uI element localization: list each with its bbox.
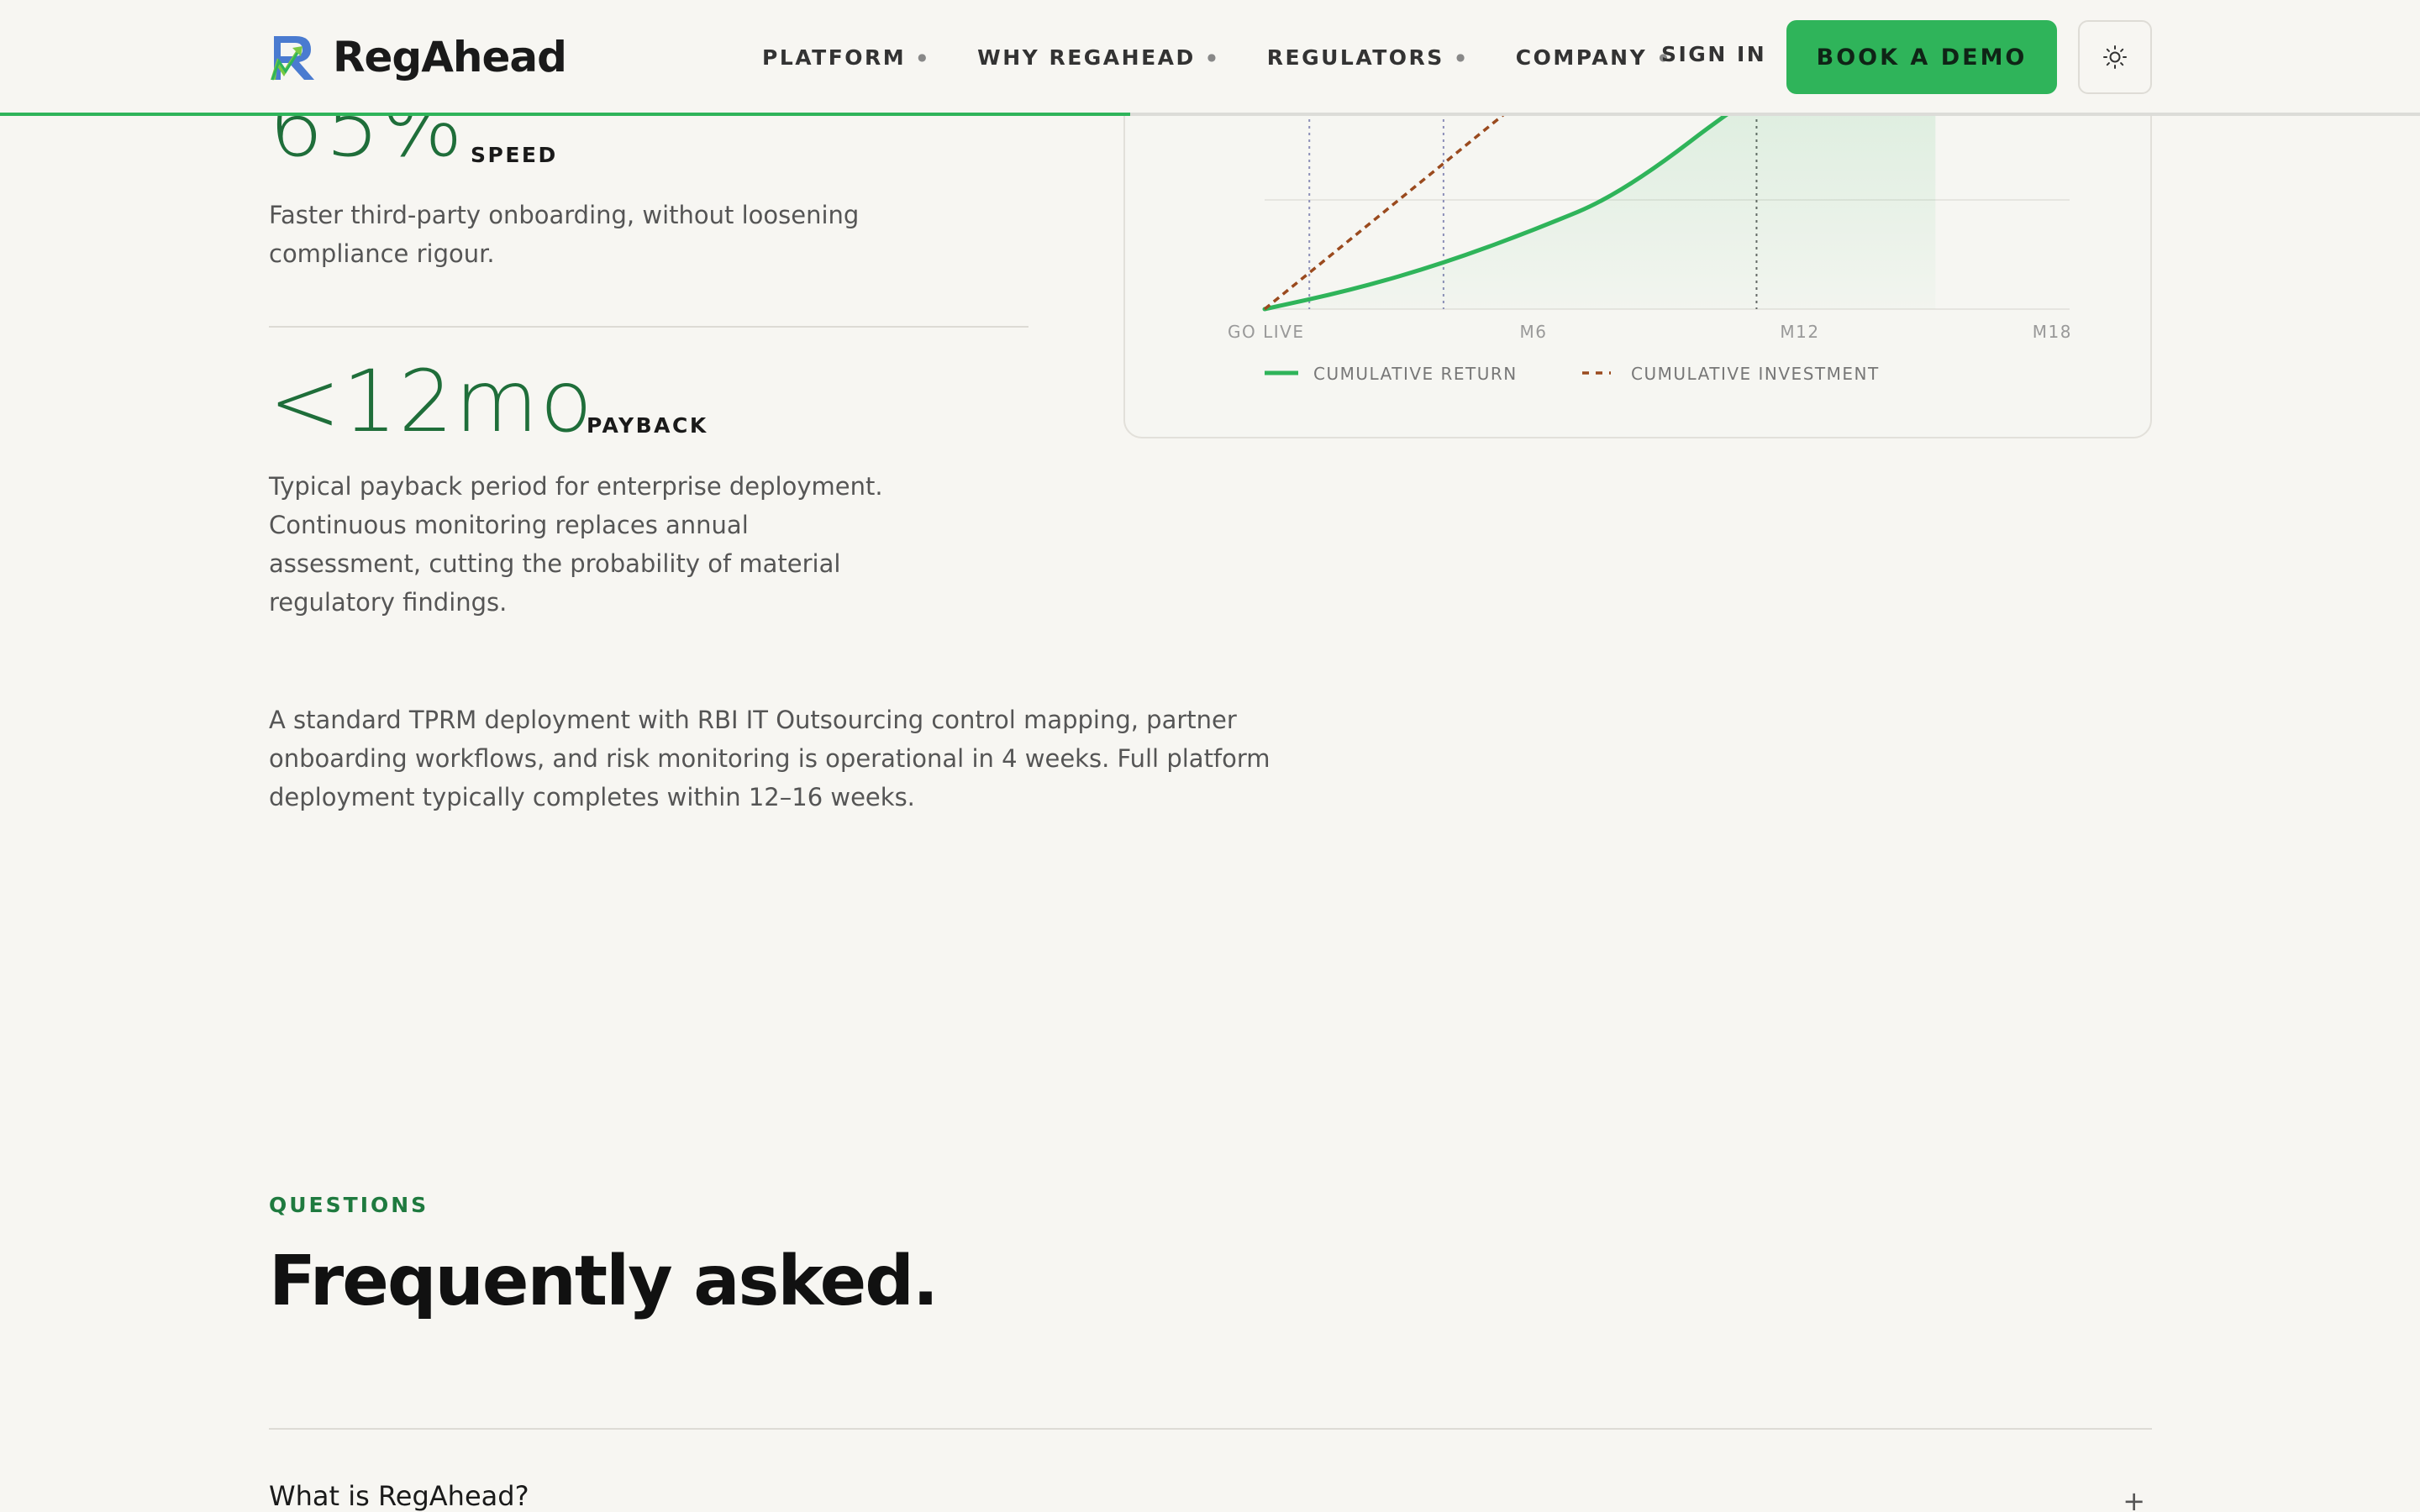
stat-tag-payback: PAYBACK — [587, 413, 708, 438]
legend-label-return: CUMULATIVE RETURN — [1313, 364, 1518, 384]
nav-regulators[interactable]: REGULATORS ● — [1267, 45, 1467, 70]
main-nav: PLATFORM ● WHY REGAHEAD ● REGULATORS ● C… — [762, 37, 1718, 77]
sun-icon — [2103, 45, 2127, 69]
stat-desc-line: Faster third-party onboarding, without l… — [269, 201, 860, 229]
stat-tag-speed: SPEED — [471, 143, 558, 167]
chevron-down-icon: ● — [1207, 51, 1218, 63]
stat-desc-line: assessment, cutting the probability of m… — [269, 549, 841, 578]
brand-logo[interactable]: RegAhead — [269, 30, 567, 84]
chevron-down-icon: ● — [918, 51, 929, 63]
faq-item[interactable]: What is RegAhead? + — [269, 1480, 2152, 1512]
x-tick-label: M12 — [1780, 322, 1819, 342]
stat-desc-line: Typical payback period for enterprise de… — [269, 472, 883, 501]
stats-divider — [269, 326, 1028, 328]
stat-desc-line: compliance rigour. — [269, 239, 495, 268]
legend-label-investment: CUMULATIVE INVESTMENT — [1631, 364, 1880, 384]
paragraph-line: onboarding workflows, and risk monitorin… — [269, 744, 1270, 773]
nav-label: PLATFORM — [762, 45, 907, 70]
theme-toggle-button[interactable] — [2078, 20, 2152, 94]
nav-label: REGULATORS — [1266, 45, 1444, 70]
book-demo-button[interactable]: BOOK A DEMO — [1786, 20, 2057, 94]
faq-title: Frequently asked. — [269, 1242, 939, 1321]
site-header: RegAhead PLATFORM ● WHY REGAHEAD ● REGUL… — [0, 0, 2420, 116]
stat-value-payback: <12mo — [269, 352, 595, 452]
brand-name: RegAhead — [333, 33, 567, 81]
x-tick-label: M6 — [1520, 322, 1548, 342]
nav-label: WHY REGAHEAD — [977, 45, 1196, 70]
nav-why-regahead[interactable]: WHY REGAHEAD ● — [977, 45, 1218, 70]
plus-icon[interactable]: + — [2123, 1485, 2145, 1512]
faq-question: What is RegAhead? — [269, 1480, 529, 1512]
nav-label: COMPANY — [1515, 45, 1648, 70]
paragraph-line: A standard TPRM deployment with RBI IT O… — [269, 706, 1237, 734]
x-tick-label: M18 — [2033, 322, 2072, 342]
faq-eyebrow: QUESTIONS — [269, 1193, 429, 1217]
stat-desc-line: regulatory findings. — [269, 588, 508, 617]
faq-divider — [269, 1428, 2152, 1430]
deployment-paragraph: A standard TPRM deployment with RBI IT O… — [269, 701, 1277, 816]
chevron-down-icon: ● — [1455, 51, 1467, 63]
nav-company[interactable]: COMPANY ● — [1516, 45, 1670, 70]
scroll-progress-bar — [0, 113, 1130, 116]
scroll-progress-track — [0, 113, 2420, 116]
nav-platform[interactable]: PLATFORM ● — [762, 45, 929, 70]
regahead-logo-icon — [271, 36, 314, 81]
stat-desc-line: Continuous monitoring replaces annual — [269, 511, 749, 539]
sign-in-link[interactable]: SIGN IN — [1661, 42, 1766, 66]
paragraph-line: deployment typically completes within 12… — [269, 783, 915, 811]
x-tick-label: GO LIVE — [1228, 322, 1304, 342]
stat-desc-speed: Faster third-party onboarding, without l… — [269, 196, 908, 273]
stat-desc-payback: Typical payback period for enterprise de… — [269, 467, 908, 622]
